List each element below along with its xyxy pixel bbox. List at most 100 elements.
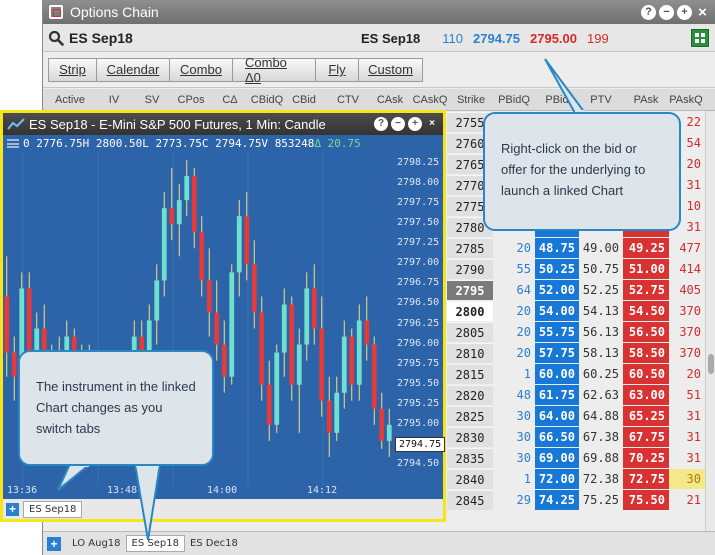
- pbid-cell[interactable]: 69.00: [535, 448, 579, 468]
- pbid-cell[interactable]: 50.25: [535, 259, 579, 279]
- combo-button[interactable]: Combo: [169, 57, 232, 82]
- ptv-cell[interactable]: 62.63: [579, 385, 623, 405]
- pask-cell[interactable]: 65.25: [623, 406, 669, 426]
- fly-button[interactable]: Fly: [315, 57, 358, 82]
- strike-cell[interactable]: 2815: [447, 364, 493, 384]
- strike-cell[interactable]: 2820: [447, 385, 493, 405]
- paskq-cell[interactable]: 31: [669, 406, 705, 426]
- col-ptv[interactable]: PTV: [583, 94, 619, 106]
- help-button[interactable]: ?: [641, 4, 656, 20]
- pask-cell[interactable]: 49.25: [623, 238, 669, 258]
- minimize-button[interactable]: −: [659, 4, 674, 20]
- paskq-cell[interactable]: 31: [669, 427, 705, 447]
- pbidq-cell[interactable]: 1: [493, 364, 535, 384]
- strike-cell[interactable]: 2840: [447, 469, 493, 489]
- ptv-cell[interactable]: 52.25: [579, 280, 623, 300]
- chart-minimize-button[interactable]: −: [391, 117, 405, 131]
- close-button[interactable]: ×: [695, 5, 710, 20]
- chart-add-tab-button[interactable]: +: [6, 502, 19, 516]
- pbid-cell[interactable]: 60.00: [535, 364, 579, 384]
- pbid-cell[interactable]: 57.75: [535, 343, 579, 363]
- paskq-cell[interactable]: 30: [669, 469, 705, 489]
- ptv-cell[interactable]: 50.75: [579, 259, 623, 279]
- strike-cell[interactable]: 2785: [447, 238, 493, 258]
- pbidq-cell[interactable]: 30: [493, 406, 535, 426]
- paskq-cell[interactable]: 20: [669, 364, 705, 384]
- ptv-cell[interactable]: 60.25: [579, 364, 623, 384]
- paskq-cell[interactable]: 21: [669, 490, 705, 510]
- pbidq-cell[interactable]: 20: [493, 238, 535, 258]
- pask-cell[interactable]: 67.75: [623, 427, 669, 447]
- strike-cell[interactable]: 2825: [447, 406, 493, 426]
- underlying-ask-size[interactable]: 199: [587, 31, 609, 46]
- pask-cell[interactable]: 51.00: [623, 259, 669, 279]
- combo-delta-zero-button[interactable]: Combo Δ0: [232, 55, 315, 85]
- vertical-scrollbar[interactable]: [705, 111, 715, 531]
- strike-cell[interactable]: 2805: [447, 322, 493, 342]
- ptv-cell[interactable]: 67.38: [579, 427, 623, 447]
- custom-button[interactable]: Custom: [358, 57, 423, 82]
- instrument-symbol[interactable]: ES Sep18: [69, 30, 133, 46]
- ptv-cell[interactable]: 64.88: [579, 406, 623, 426]
- chart-titlebar[interactable]: ES Sep18 - E-Mini S&P 500 Futures, 1 Min…: [3, 113, 443, 135]
- col-active[interactable]: Active: [49, 94, 91, 106]
- price-axis[interactable]: 2798.25 2798.00 2797.75 2797.50 2797.25 2797.…: [393, 152, 446, 485]
- tab-lo-aug18[interactable]: LO Aug18: [67, 536, 126, 551]
- pbid-cell[interactable]: 48.75: [535, 238, 579, 258]
- calendar-button[interactable]: Calendar: [96, 57, 169, 82]
- ptv-cell[interactable]: 56.13: [579, 322, 623, 342]
- strike-cell[interactable]: 2830: [447, 427, 493, 447]
- underlying-ask[interactable]: 2795.00: [530, 31, 577, 46]
- pbidq-cell[interactable]: 64: [493, 280, 535, 300]
- time-axis[interactable]: 13:36 13:48 14:00 14:12: [3, 485, 393, 499]
- scrollbar-thumb[interactable]: [708, 354, 714, 374]
- window-titlebar[interactable]: Options Chain ? − + ×: [43, 0, 715, 24]
- col-cbid[interactable]: CBid: [289, 94, 319, 106]
- pask-cell[interactable]: 75.50: [623, 490, 669, 510]
- col-sv[interactable]: SV: [137, 94, 167, 106]
- col-pbid[interactable]: PBid: [538, 94, 576, 106]
- tab-es-sep18[interactable]: ES Sep18: [125, 535, 185, 552]
- col-pask[interactable]: PAsk: [627, 94, 665, 106]
- strike-cell[interactable]: 2835: [447, 448, 493, 468]
- ptv-cell[interactable]: 72.38: [579, 469, 623, 489]
- paskq-cell[interactable]: 370: [669, 322, 705, 342]
- ptv-cell[interactable]: 75.25: [579, 490, 623, 510]
- col-cbidq[interactable]: CBidQ: [249, 94, 285, 106]
- strike-cell[interactable]: 2790: [447, 259, 493, 279]
- pask-cell[interactable]: 70.25: [623, 448, 669, 468]
- ptv-cell[interactable]: 69.88: [579, 448, 623, 468]
- ptv-cell[interactable]: 58.13: [579, 343, 623, 363]
- pask-cell[interactable]: 54.50: [623, 301, 669, 321]
- pbidq-cell[interactable]: 30: [493, 427, 535, 447]
- strike-cell[interactable]: 2845: [447, 490, 493, 510]
- col-pbidq[interactable]: PBidQ: [495, 94, 533, 106]
- paskq-cell[interactable]: 370: [669, 301, 705, 321]
- pbid-cell[interactable]: 55.75: [535, 322, 579, 342]
- paskq-cell[interactable]: 370: [669, 343, 705, 363]
- pbid-cell[interactable]: 72.00: [535, 469, 579, 489]
- pbidq-cell[interactable]: 20: [493, 343, 535, 363]
- chart-help-button[interactable]: ?: [374, 117, 388, 131]
- col-ctv[interactable]: CTV: [330, 94, 366, 106]
- pask-cell[interactable]: 72.75: [623, 469, 669, 489]
- col-caskq[interactable]: CAskQ: [412, 94, 448, 106]
- col-strike[interactable]: Strike: [451, 94, 491, 106]
- col-cpos[interactable]: CPos: [174, 94, 208, 106]
- menu-icon[interactable]: [7, 139, 19, 148]
- underlying-bid-size[interactable]: 110: [442, 31, 463, 46]
- col-iv[interactable]: IV: [99, 94, 129, 106]
- paskq-cell[interactable]: 31: [669, 448, 705, 468]
- strip-button[interactable]: Strip: [48, 57, 96, 82]
- col-cask[interactable]: CAsk: [372, 94, 408, 106]
- underlying-bid[interactable]: 2794.75: [473, 31, 520, 46]
- chart-maximize-button[interactable]: +: [408, 117, 422, 131]
- paskq-cell[interactable]: 477: [669, 238, 705, 258]
- maximize-button[interactable]: +: [677, 4, 692, 20]
- paskq-cell[interactable]: 51: [669, 385, 705, 405]
- pask-cell[interactable]: 60.50: [623, 364, 669, 384]
- pbidq-cell[interactable]: 30: [493, 448, 535, 468]
- pbid-cell[interactable]: 61.75: [535, 385, 579, 405]
- add-tab-button[interactable]: +: [47, 536, 61, 551]
- chart-tab-es-sep18[interactable]: ES Sep18: [23, 500, 83, 518]
